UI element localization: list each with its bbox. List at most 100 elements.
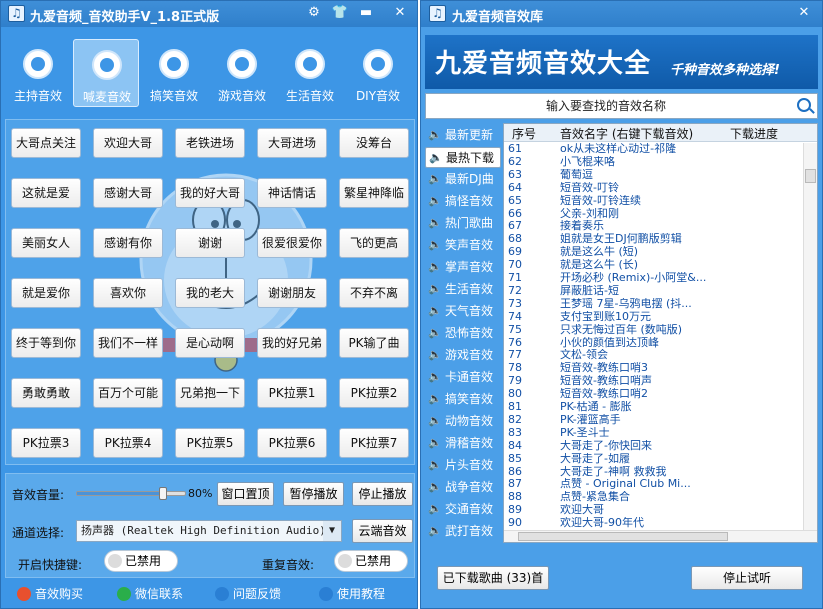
sound-button[interactable]: 就是爱你: [11, 278, 81, 308]
volume-slider[interactable]: [76, 487, 186, 500]
table-row[interactable]: 67 接着奏乐: [504, 220, 804, 232]
footer-link-0[interactable]: 音效购买: [17, 585, 83, 602]
sound-button[interactable]: 老铁进场: [175, 128, 245, 158]
category-tab-4[interactable]: 生活音效: [277, 39, 343, 107]
col-progress[interactable]: 下载进度: [730, 125, 778, 142]
footer-link-3[interactable]: 使用教程: [319, 585, 385, 602]
sound-button[interactable]: 不弃不离: [339, 278, 409, 308]
sound-button[interactable]: 这就是爱: [11, 178, 81, 208]
library-category-item[interactable]: 🔈 笑声音效: [425, 235, 501, 256]
library-category-item[interactable]: 🔈 最热下载: [425, 147, 501, 168]
library-category-item[interactable]: 🔈 搞笑音效: [425, 389, 501, 410]
downloaded-songs-button[interactable]: 已下载歌曲 (33)首: [437, 566, 549, 590]
scroll-thumb[interactable]: [518, 532, 728, 541]
table-row[interactable]: 61 ok从未这样心动过-祁隆: [504, 143, 804, 155]
library-category-item[interactable]: 🔈 生活音效: [425, 279, 501, 300]
sound-button[interactable]: 兄弟抱一下: [175, 378, 245, 408]
minimize-button[interactable]: ▬: [353, 1, 379, 25]
table-row[interactable]: 69 就是这么牛 (短): [504, 246, 804, 258]
pause-button[interactable]: 暂停播放: [283, 482, 344, 506]
window-top-button[interactable]: 窗口置顶: [217, 482, 274, 506]
table-row[interactable]: 85 大哥走了-如履: [504, 452, 804, 465]
sound-button[interactable]: 大哥点关注: [11, 128, 81, 158]
sound-button[interactable]: 感谢有你: [93, 228, 163, 258]
volume-thumb[interactable]: [159, 487, 168, 500]
library-category-item[interactable]: 🔈 卡通音效: [425, 367, 501, 388]
sound-button[interactable]: PK拉票6: [257, 428, 327, 458]
library-category-item[interactable]: 🔈 掌声音效: [425, 257, 501, 278]
shirt-icon[interactable]: 👕: [327, 1, 353, 25]
close-button[interactable]: ✕: [387, 1, 413, 25]
sound-button[interactable]: 飞的更高: [339, 228, 409, 258]
library-category-item[interactable]: 🔈 武打音效: [425, 521, 501, 542]
sound-button[interactable]: 终于等到你: [11, 328, 81, 358]
library-category-item[interactable]: 🔈 游戏音效: [425, 345, 501, 366]
table-row[interactable]: 77 文松-领会: [504, 349, 804, 361]
table-row[interactable]: 80 短音效-教练口哨2: [504, 388, 804, 400]
sound-button[interactable]: PK拉票4: [93, 428, 163, 458]
sound-button[interactable]: 百万个可能: [93, 378, 163, 408]
table-row[interactable]: 89 欢迎大哥: [504, 504, 804, 516]
search-input[interactable]: 输入要查找的音效名称: [425, 93, 818, 119]
sound-button[interactable]: 很爱很爱你: [257, 228, 327, 258]
channel-select[interactable]: 扬声器 (Realtek High Definition Audio) ▼: [76, 520, 342, 542]
table-row[interactable]: 88 点赞-紧急集合: [504, 491, 804, 503]
category-tab-1[interactable]: 喊麦音效: [73, 39, 139, 107]
library-category-item[interactable]: 🔈 搞怪音效: [425, 191, 501, 212]
library-category-item[interactable]: 🔈 动物音效: [425, 411, 501, 432]
library-category-item[interactable]: 🔈 恐怖音效: [425, 323, 501, 344]
sound-button[interactable]: 我的好兄弟: [257, 328, 327, 358]
table-row[interactable]: 64 短音效-叮铃: [504, 181, 804, 194]
table-row[interactable]: 63 葡萄逗: [504, 168, 804, 181]
gear-icon[interactable]: ⚙: [301, 1, 327, 25]
table-row[interactable]: 72 屏蔽脏话-短: [504, 284, 804, 297]
table-row[interactable]: 68 姐就是女王DJ何鹏版剪辑: [504, 233, 804, 245]
library-category-item[interactable]: 🔈 战争音效: [425, 477, 501, 498]
sound-button[interactable]: 欢迎大哥: [93, 128, 163, 158]
category-tab-0[interactable]: 主持音效: [5, 39, 71, 107]
table-row[interactable]: 78 短音效-教练口哨3: [504, 362, 804, 374]
table-row[interactable]: 82 PK-灌篮高手: [504, 413, 804, 426]
table-row[interactable]: 71 开场必秒 (Remix)-小阿堂&...: [504, 272, 804, 284]
horizontal-scrollbar[interactable]: [504, 530, 817, 542]
sound-button[interactable]: PK拉票5: [175, 428, 245, 458]
stop-button[interactable]: 停止播放: [352, 482, 413, 506]
sound-button[interactable]: 我的好大哥: [175, 178, 245, 208]
table-row[interactable]: 66 父亲-刘和刚: [504, 207, 804, 220]
search-icon[interactable]: [797, 98, 811, 112]
sound-button[interactable]: PK拉票7: [339, 428, 409, 458]
table-row[interactable]: 70 就是这么牛 (长): [504, 259, 804, 271]
library-category-item[interactable]: 🔈 片头音效: [425, 455, 501, 476]
sound-button[interactable]: 是心动啊: [175, 328, 245, 358]
library-category-item[interactable]: 🔈 热门歌曲: [425, 213, 501, 234]
table-row[interactable]: 73 王梦瑶 7星-乌鸦电摆 (抖...: [504, 297, 804, 310]
sound-button[interactable]: 神话情话: [257, 178, 327, 208]
table-row[interactable]: 76 小伙的颜值到达顶峰: [504, 336, 804, 349]
hotkey-toggle[interactable]: 已禁用: [104, 550, 178, 572]
col-name[interactable]: 音效名字 (右键下载音效): [560, 125, 693, 142]
table-row[interactable]: 90 欢迎大哥-90年代: [504, 517, 804, 529]
footer-link-1[interactable]: 微信联系: [117, 585, 183, 602]
vertical-scrollbar[interactable]: [803, 143, 817, 531]
sound-button[interactable]: 喜欢你: [93, 278, 163, 308]
sound-button[interactable]: 大哥进场: [257, 128, 327, 158]
sound-button[interactable]: 谢谢朋友: [257, 278, 327, 308]
table-row[interactable]: 81 PK-枯通 - 膨胀: [504, 401, 804, 413]
table-row[interactable]: 62 小飞棍来咯: [504, 155, 804, 168]
footer-link-2[interactable]: 问题反馈: [215, 585, 281, 602]
library-category-item[interactable]: 🔈 天气音效: [425, 301, 501, 322]
table-row[interactable]: 84 大哥走了-你快回来: [504, 439, 804, 452]
sound-button[interactable]: 没筹台: [339, 128, 409, 158]
repeat-toggle[interactable]: 已禁用: [334, 550, 408, 572]
chevron-down-icon[interactable]: ▼: [323, 521, 341, 541]
category-tab-5[interactable]: DIY音效: [345, 39, 411, 107]
sound-button[interactable]: 我们不一样: [93, 328, 163, 358]
cloud-sounds-button[interactable]: 云端音效: [352, 519, 413, 543]
col-no[interactable]: 序号: [512, 125, 536, 142]
table-row[interactable]: 65 短音效-叮铃连续: [504, 194, 804, 207]
table-row[interactable]: 86 大哥走了-神啊 救救我: [504, 465, 804, 478]
table-row[interactable]: 83 PK-圣斗士: [504, 426, 804, 439]
table-row[interactable]: 74 支付宝到账10万元: [504, 310, 804, 323]
sound-button[interactable]: 繁星神降临: [339, 178, 409, 208]
sound-button[interactable]: 感谢大哥: [93, 178, 163, 208]
